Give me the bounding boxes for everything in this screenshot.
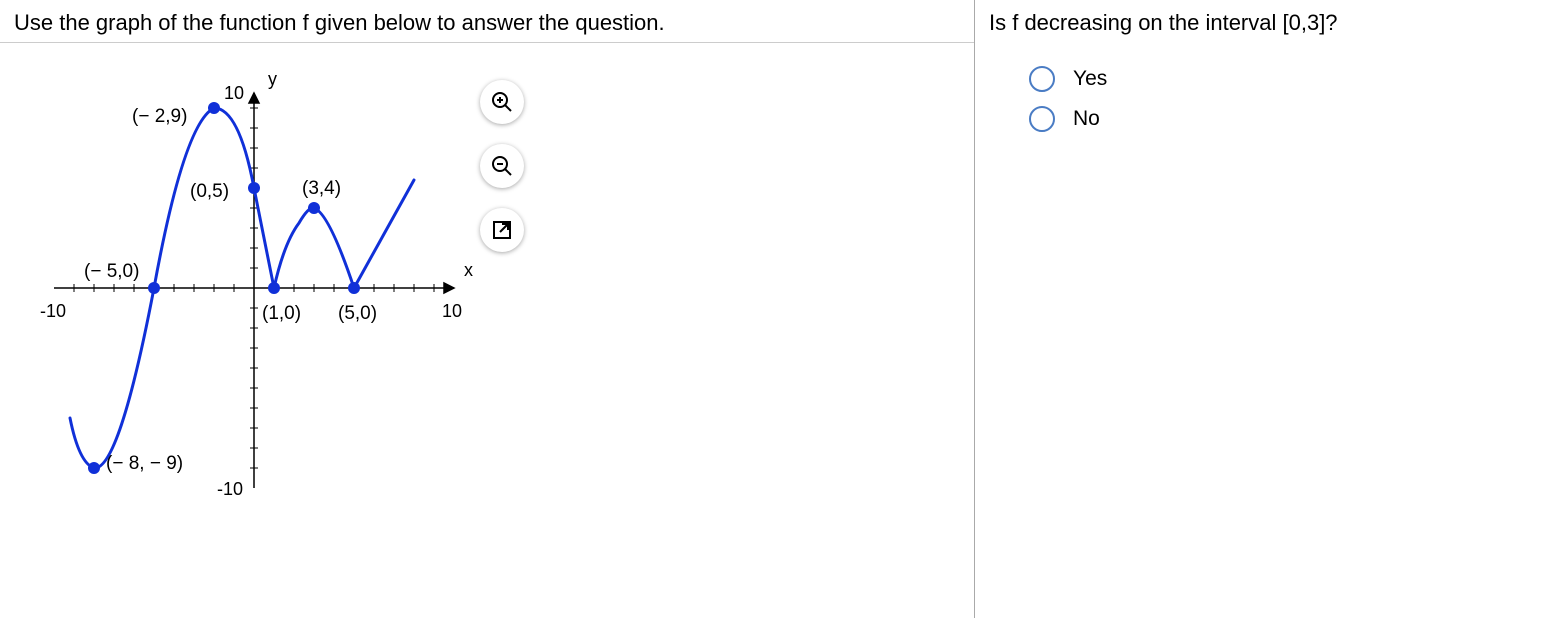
point-label-neg5-0: (− 5,0) bbox=[84, 261, 139, 283]
answer-options: Yes No bbox=[1029, 66, 1538, 132]
popout-button[interactable] bbox=[480, 208, 524, 252]
divider bbox=[0, 42, 974, 43]
function-graph bbox=[24, 63, 484, 513]
option-no[interactable]: No bbox=[1029, 106, 1538, 132]
popout-icon bbox=[490, 218, 514, 242]
y-axis-label: y bbox=[268, 69, 277, 90]
point-label-neg2-9: (− 2,9) bbox=[132, 106, 187, 128]
instruction-text: Use the graph of the function f given be… bbox=[14, 10, 960, 36]
y-min-label: -10 bbox=[217, 479, 243, 500]
graph-tools bbox=[480, 80, 524, 252]
graph-area: -10 10 10 -10 x y (− 2,9) (0,5) (3,4) (−… bbox=[24, 63, 544, 533]
zoom-in-icon bbox=[490, 90, 514, 114]
x-min-label: -10 bbox=[40, 301, 66, 322]
zoom-out-icon bbox=[490, 154, 514, 178]
point-label-1-0: (1,0) bbox=[262, 303, 301, 325]
right-panel: Is f decreasing on the interval [0,3]? Y… bbox=[975, 0, 1552, 618]
point-label-neg8-neg9: (− 8, − 9) bbox=[106, 453, 183, 475]
zoom-out-button[interactable] bbox=[480, 144, 524, 188]
left-panel: Use the graph of the function f given be… bbox=[0, 0, 975, 618]
radio-icon bbox=[1029, 106, 1055, 132]
x-max-label: 10 bbox=[442, 301, 462, 322]
option-label: Yes bbox=[1073, 67, 1107, 91]
point-label-3-4: (3,4) bbox=[302, 178, 341, 200]
y-max-label: 10 bbox=[224, 83, 244, 104]
radio-icon bbox=[1029, 66, 1055, 92]
option-label: No bbox=[1073, 107, 1100, 131]
point-label-5-0: (5,0) bbox=[338, 303, 377, 325]
x-axis-label: x bbox=[464, 260, 473, 281]
zoom-in-button[interactable] bbox=[480, 80, 524, 124]
option-yes[interactable]: Yes bbox=[1029, 66, 1538, 92]
question-text: Is f decreasing on the interval [0,3]? bbox=[989, 10, 1538, 36]
point-label-0-5: (0,5) bbox=[190, 181, 229, 203]
